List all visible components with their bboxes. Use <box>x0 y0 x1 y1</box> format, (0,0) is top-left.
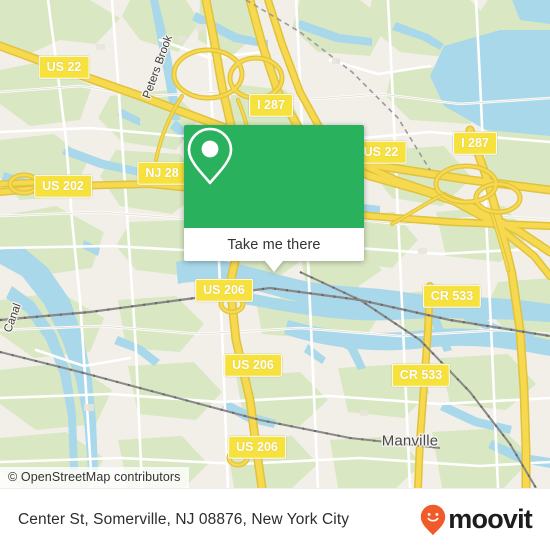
popup-tail <box>265 261 283 272</box>
map-label-manville: Manville <box>381 432 439 450</box>
osm-attribution[interactable]: © OpenStreetMap contributors <box>0 467 189 488</box>
popup-cta-panel[interactable]: Take me there <box>184 228 364 272</box>
address-label: Center St, Somerville, NJ 08876, New Yor… <box>18 510 350 528</box>
map-screen: US 22 NJ 28 US 202 I 287 US 22 I 287 US … <box>0 0 550 550</box>
road-shield: I 287 <box>453 131 497 155</box>
road-shield: CR 533 <box>422 284 482 308</box>
destination-popup[interactable]: Take me there <box>184 125 364 272</box>
road-shield: US 206 <box>228 435 286 459</box>
moovit-pin-smiley-icon <box>421 504 446 535</box>
moovit-wordmark: moovit <box>448 504 533 534</box>
footer-bar: Center St, Somerville, NJ 08876, New Yor… <box>0 488 550 550</box>
road-shield: CR 533 <box>391 363 451 387</box>
road-shield: I 287 <box>249 93 293 117</box>
road-shield: US 22 <box>38 55 90 79</box>
road-shield: US 206 <box>195 278 253 302</box>
moovit-logo[interactable]: moovit <box>420 504 533 536</box>
map-canvas[interactable]: US 22 NJ 28 US 202 I 287 US 22 I 287 US … <box>0 0 550 488</box>
take-me-there-label: Take me there <box>227 236 321 253</box>
popup-pin-panel <box>184 125 364 228</box>
map-pin-icon <box>187 127 233 185</box>
road-shield: US 202 <box>34 174 92 198</box>
road-shield: US 206 <box>224 353 282 377</box>
road-shield: NJ 28 <box>137 161 187 185</box>
